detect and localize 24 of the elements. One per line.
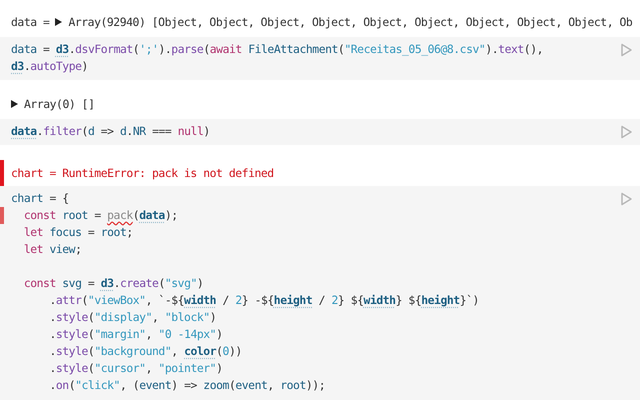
expand-triangle-icon[interactable]	[55, 18, 62, 26]
code-line: data.filter(d => d.NR === null)	[11, 123, 210, 140]
code-line: .style("cursor", "pointer")	[48, 360, 223, 377]
output-value[interactable]: Array(0) []	[24, 96, 94, 110]
code-cell[interactable]: data.filter(d => d.NR === null)	[0, 119, 640, 145]
code-line: .style("background", color(0))	[48, 343, 242, 360]
expand-triangle-icon[interactable]	[11, 100, 18, 108]
code-line: const root = pack(data);	[22, 207, 178, 224]
output-value[interactable]: Array(92940) [Object, Object, Object, Object, Object, Object, Object, Object, Object, Ob	[68, 14, 632, 28]
code-line: d3.autoType)	[11, 58, 88, 75]
code-line: data = d3.dsvFormat(';').parse(await FileAttachment("Receitas_05_06@8.csv").text(),	[11, 41, 544, 58]
code-line: let view;	[22, 241, 82, 258]
code-line: .style("margin", "0 -14px")	[48, 326, 223, 343]
code-line: let focus = root;	[22, 224, 133, 241]
code-line: .on("click", (event) => zoom(event, root));	[48, 377, 326, 394]
code-cell[interactable]	[0, 186, 640, 400]
code-line: const svg = d3.create("svg")	[22, 275, 204, 292]
code-cell[interactable]: data = d3.dsvFormat(';').parse(await FileAttachment("Receitas_05_06@8.csv").text(), d3.autoType)	[0, 37, 640, 80]
output-label: data =	[11, 14, 50, 28]
error-message: chart = RuntimeError: pack is not defined	[11, 166, 274, 180]
code-line: .attr("viewBox", `-${width / 2} -${height / 2} ${width} ${height}`)	[48, 292, 479, 309]
error-marker	[0, 160, 4, 186]
code-line: .style("display", "block")	[48, 309, 216, 326]
code-line: chart = {	[11, 190, 69, 207]
